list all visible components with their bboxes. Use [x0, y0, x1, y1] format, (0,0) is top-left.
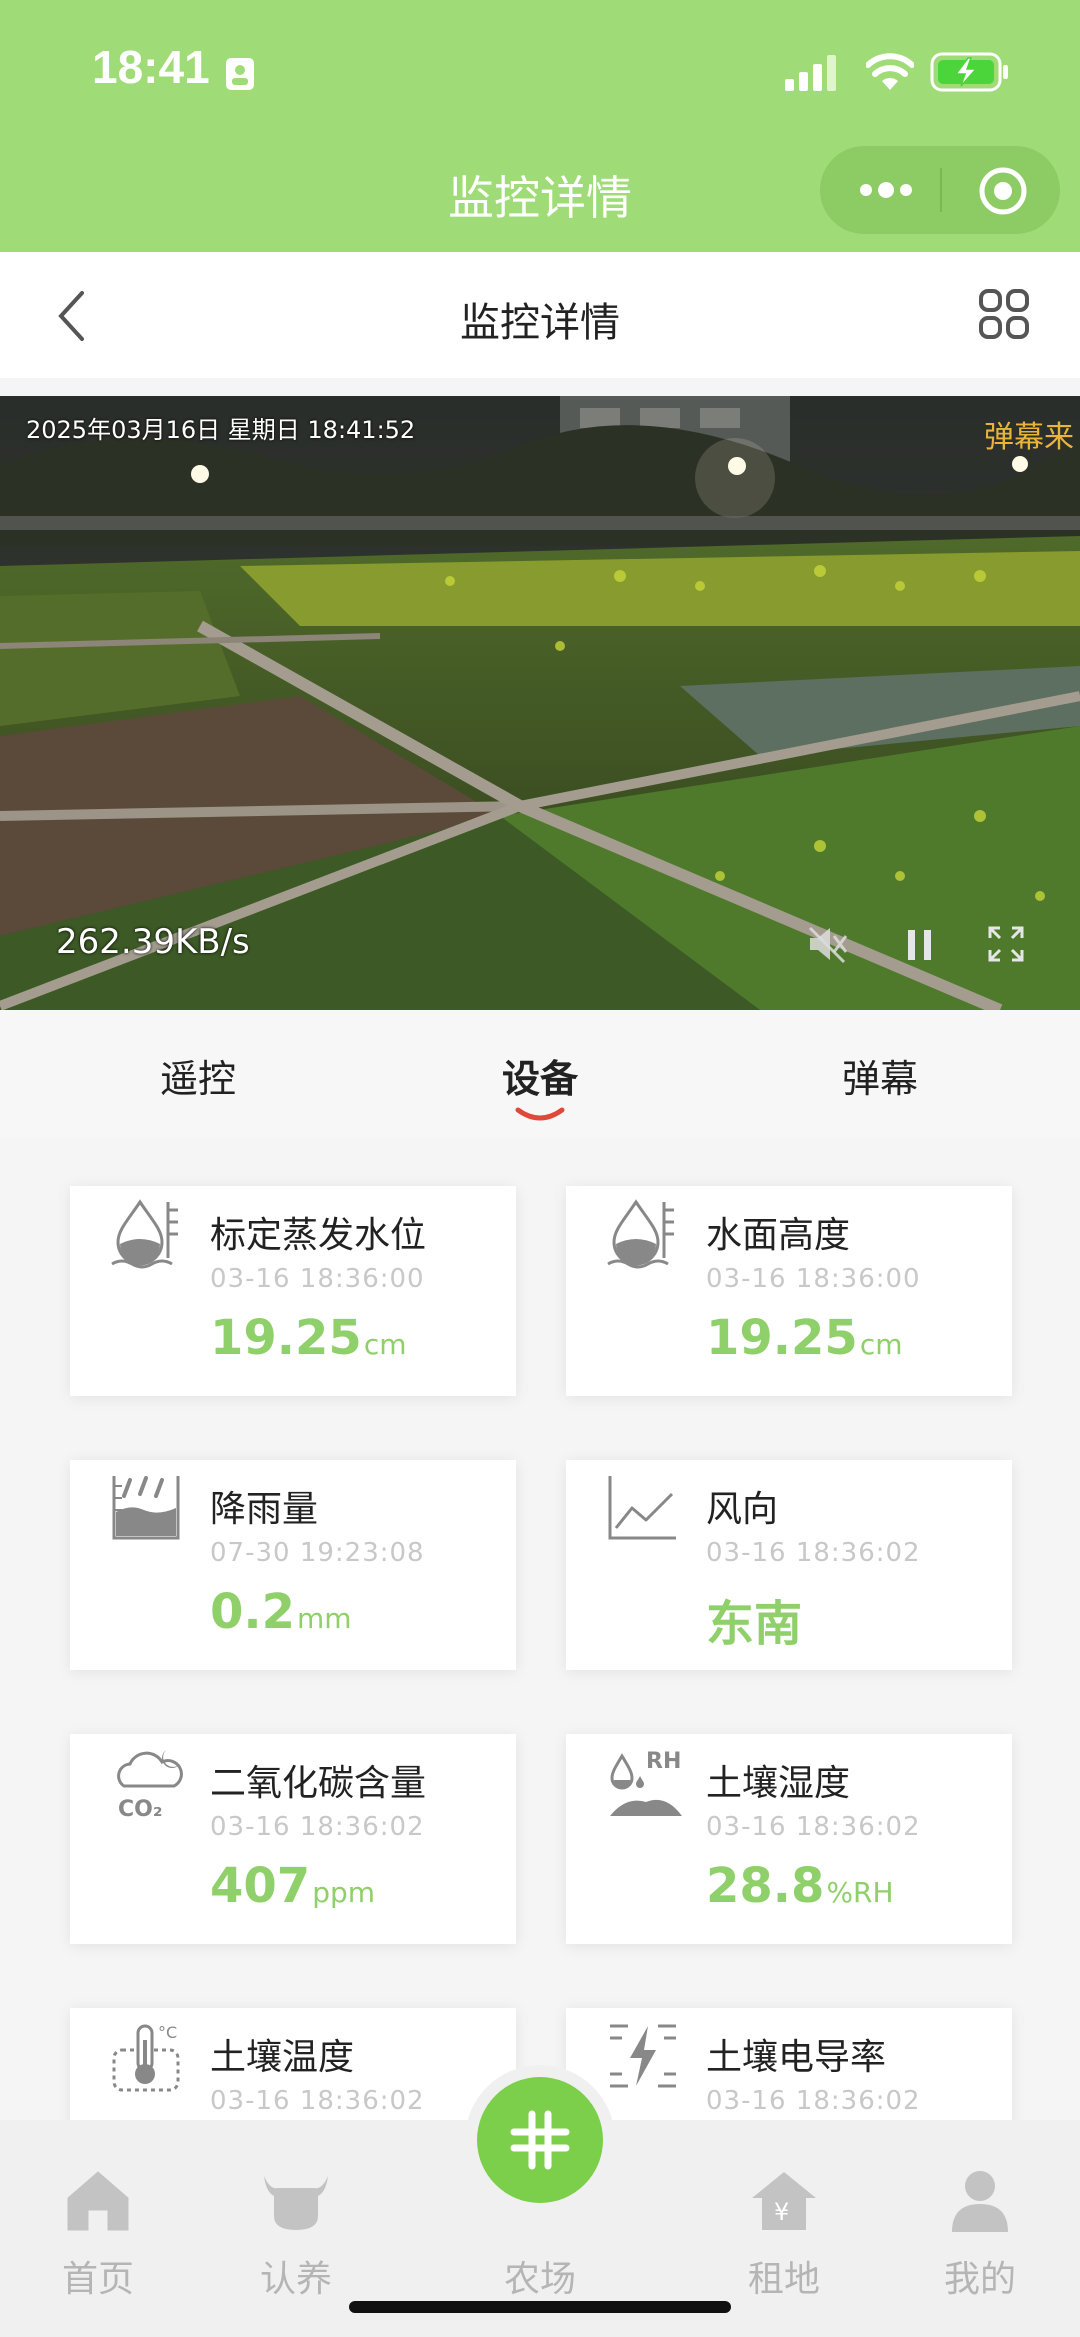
status-and-app-header: 18:41 监控详情	[0, 0, 1080, 252]
sensor-value: 407ppm	[210, 1858, 376, 1914]
tabbar-label: 认养	[259, 2259, 332, 2300]
sensor-time: 07-30 19:23:08	[210, 1538, 425, 1568]
rent-land-icon: ¥	[752, 2172, 816, 2230]
page-navbar: 监控详情	[0, 252, 1080, 378]
sensor-time: 03-16 18:36:02	[706, 1538, 921, 1568]
close-target-icon[interactable]	[978, 166, 1028, 216]
svg-text:CO₂: CO₂	[118, 1797, 162, 1822]
soil-conductivity-icon	[610, 2024, 676, 2088]
sensor-time: 03-16 18:36:00	[706, 1264, 921, 1294]
cow-icon	[264, 2176, 328, 2230]
video-osd-timestamp: 2025年03月16日 星期日 18:41:52	[26, 416, 416, 444]
more-icon[interactable]	[858, 176, 914, 204]
tab-devices[interactable]: 设备	[440, 1048, 640, 1103]
sensor-unit: cm	[859, 1328, 903, 1361]
tabbar-item-adopt[interactable]: 认养	[236, 2170, 356, 2302]
line-chart-icon	[608, 1476, 676, 1540]
sensor-value: 28.8%RH	[706, 1858, 894, 1914]
sensor-value: 19.25cm	[210, 1310, 407, 1366]
wifi-icon	[866, 53, 914, 90]
pause-icon[interactable]	[904, 924, 936, 964]
sensor-value: 0.2mm	[210, 1584, 352, 1640]
battery-icon	[930, 52, 1008, 92]
signal-icon	[785, 55, 836, 91]
capsule-divider	[940, 168, 942, 212]
tabbar-label: 租地	[747, 2259, 820, 2300]
sensor-name: 标定蒸发水位	[210, 1215, 427, 1256]
tabbar-item-mine[interactable]: 我的	[920, 2170, 1040, 2302]
sensor-name: 水面高度	[706, 1215, 851, 1256]
tab-danmu[interactable]: 弹幕	[780, 1048, 980, 1103]
sensor-name: 风向	[706, 1489, 779, 1530]
video-network-speed: 262.39KB/s	[56, 922, 250, 962]
sensor-value: 东南	[706, 1596, 803, 1652]
soil-temperature-icon: °C	[112, 2023, 180, 2092]
sensor-card-wind-direction[interactable]: 风向 03-16 18:36:02 东南	[566, 1460, 1012, 1670]
home-icon	[67, 2171, 129, 2231]
video-frame-farm-scene	[0, 396, 1080, 1010]
tabbar-label: 首页	[61, 2259, 134, 2300]
sensor-time: 03-16 18:36:02	[210, 1812, 425, 1842]
sensor-card-co2[interactable]: CO₂ 二氧化碳含量 03-16 18:36:02 407ppm	[70, 1734, 516, 1944]
svg-text:RH: RH	[646, 1749, 681, 1774]
sensor-unit: cm	[363, 1328, 407, 1361]
co2-cloud-icon: CO₂	[117, 1750, 183, 1822]
danmu-scrolling-text: 弹幕来	[984, 420, 1074, 455]
active-tab-indicator	[515, 1107, 565, 1121]
rainfall-icon	[112, 1476, 180, 1540]
sensor-time: 03-16 18:36:02	[706, 1812, 921, 1842]
sensor-card-water-height[interactable]: 水面高度 03-16 18:36:00 19.25cm	[566, 1186, 1012, 1396]
grid-icon[interactable]	[978, 288, 1030, 340]
video-player[interactable]: 2025年03月16日 星期日 18:41:52 弹幕来 262.39KB/s	[0, 396, 1080, 1010]
page-title: 监控详情	[460, 300, 620, 346]
sensor-unit: %RH	[826, 1876, 894, 1909]
svg-text:¥: ¥	[774, 2198, 789, 2226]
sensor-unit: mm	[297, 1602, 352, 1635]
sensor-card-evaporation-level[interactable]: 标定蒸发水位 03-16 18:36:00 19.25cm	[70, 1186, 516, 1396]
farm-fab-button[interactable]	[477, 2077, 603, 2203]
mute-icon[interactable]	[806, 924, 850, 964]
tabbar-label: 我的	[943, 2259, 1016, 2300]
svg-text:°C: °C	[158, 2023, 177, 2042]
sensor-name: 土壤湿度	[706, 1763, 851, 1804]
sensor-name: 土壤电导率	[706, 2037, 887, 2078]
sensor-name: 降雨量	[210, 1489, 319, 1530]
sensor-time: 03-16 18:36:02	[706, 2086, 921, 2116]
sensor-card-rainfall[interactable]: 降雨量 07-30 19:23:08 0.2mm	[70, 1460, 516, 1670]
profile-icon	[952, 2171, 1008, 2232]
status-time: 18:41	[92, 41, 210, 93]
fullscreen-icon[interactable]	[986, 924, 1026, 964]
sensor-time: 03-16 18:36:02	[210, 2086, 425, 2116]
mini-program-capsule	[820, 146, 1060, 234]
sensor-unit: ppm	[312, 1876, 376, 1909]
tab-remote-control[interactable]: 遥控	[98, 1048, 298, 1103]
detail-tabs: 遥控 设备 弹幕	[0, 1010, 1080, 1138]
water-level-icon	[607, 1199, 674, 1269]
sensor-name: 土壤温度	[210, 2037, 355, 2078]
tabbar-label-farm[interactable]: 农场	[480, 2250, 600, 2302]
home-indicator[interactable]	[349, 2301, 731, 2313]
id-card-icon	[226, 58, 254, 90]
sensor-card-soil-humidity[interactable]: RH 土壤湿度 03-16 18:36:02 28.8%RH	[566, 1734, 1012, 1944]
sensor-name: 二氧化碳含量	[210, 1763, 427, 1804]
soil-humidity-icon: RH	[610, 1749, 682, 1816]
water-level-icon	[111, 1199, 178, 1269]
tabbar-item-home[interactable]: 首页	[38, 2170, 158, 2302]
sensor-value: 19.25cm	[706, 1310, 903, 1366]
tabbar-item-rent-land[interactable]: ¥ 租地	[724, 2170, 844, 2302]
sensor-time: 03-16 18:36:00	[210, 1264, 425, 1294]
farm-fab-icon	[510, 2110, 570, 2170]
